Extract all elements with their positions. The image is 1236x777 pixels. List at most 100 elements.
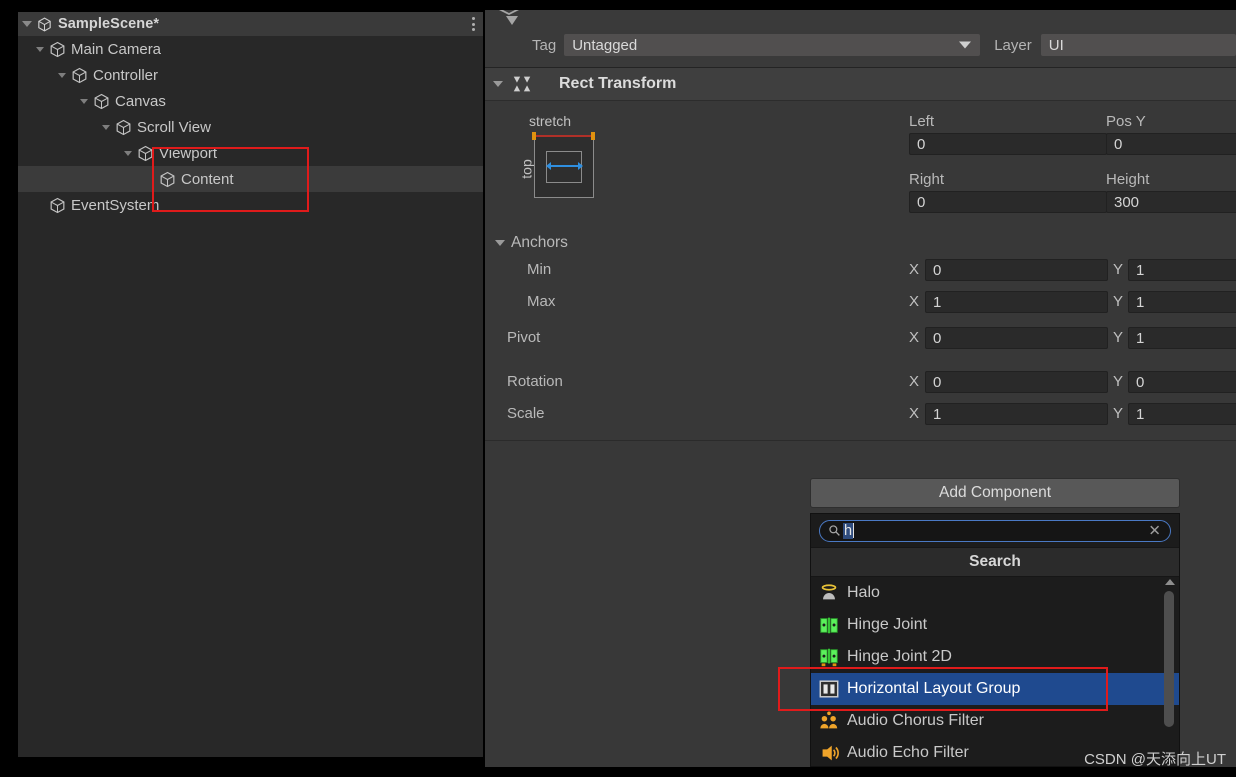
rect-transform-header[interactable]: Rect Transform bbox=[485, 68, 1236, 101]
results-scrollbar[interactable] bbox=[1161, 579, 1177, 765]
search-results-header: Search bbox=[811, 547, 1179, 577]
pos-y-label: Pos Y bbox=[1106, 113, 1146, 130]
hierarchy-expand-arrow[interactable] bbox=[32, 36, 48, 62]
anchor-inner-box bbox=[546, 151, 582, 183]
scale-x-field[interactable]: 1 bbox=[925, 403, 1108, 425]
tag-dropdown[interactable]: Untagged bbox=[564, 34, 981, 56]
rect-transform-icon bbox=[513, 76, 531, 92]
component-search-input[interactable]: h ✕ bbox=[819, 519, 1171, 542]
anchor-preset-widget[interactable]: stretch top bbox=[503, 113, 611, 217]
gameobject-cube-icon bbox=[72, 67, 87, 83]
rect-transform-title: Rect Transform bbox=[559, 75, 677, 92]
right-label: Right bbox=[909, 171, 945, 188]
unity-editor-screenshot: SampleScene* Main Camera Controller Canvas… bbox=[0, 0, 1236, 777]
rotation-y-field[interactable]: 0 bbox=[1128, 371, 1236, 393]
text-caret bbox=[853, 523, 855, 538]
halo-icon bbox=[821, 584, 837, 600]
hierarchy-expand-arrow[interactable] bbox=[120, 140, 136, 166]
component-item-label: Hinge Joint 2D bbox=[847, 648, 952, 665]
anchor-cap-right bbox=[591, 132, 595, 140]
kebab-menu-icon[interactable] bbox=[472, 17, 475, 31]
pivot-y-field[interactable]: 1 bbox=[1128, 327, 1236, 349]
inspector-panel: Tag Untagged Layer UI Rect Transform str… bbox=[485, 10, 1236, 767]
anchor-arrow-head-left bbox=[546, 162, 551, 170]
component-results-list: Halo Hinge Joint Hinge Joint 2D Horizontal … bbox=[811, 577, 1179, 767]
layer-dropdown[interactable]: UI bbox=[1040, 34, 1236, 56]
hierarchy-item-viewport[interactable]: Viewport bbox=[18, 140, 483, 166]
pivot-y-tag: Y bbox=[1113, 329, 1124, 346]
anchor-stretch-arrow bbox=[549, 165, 579, 167]
tag-value: Untagged bbox=[572, 36, 638, 54]
component-item-horizontal-layout-group[interactable]: Horizontal Layout Group bbox=[811, 673, 1179, 705]
component-search-row: h ✕ bbox=[811, 514, 1179, 547]
gameobject-cube-icon bbox=[50, 41, 65, 57]
pivot-x-field[interactable]: 0 bbox=[925, 327, 1108, 349]
hierarchy-item-content[interactable]: Content bbox=[18, 166, 483, 192]
audio-chorus-filter-icon bbox=[820, 711, 838, 729]
scroll-up-arrow-icon[interactable] bbox=[1165, 579, 1175, 585]
hierarchy-item-scroll-view[interactable]: Scroll View bbox=[18, 114, 483, 140]
left-field[interactable]: 0 bbox=[909, 133, 1107, 155]
pivot-x-tag: X bbox=[909, 329, 920, 346]
anchor_max-y-field[interactable]: 1 bbox=[1128, 291, 1236, 313]
scale-label: Scale bbox=[507, 405, 545, 422]
anchors-label: Anchors bbox=[511, 234, 568, 251]
scene-foldout-arrow[interactable] bbox=[18, 12, 36, 36]
add-component-popup: h ✕ Search Halo Hinge Joint Hinge Joint 2D… bbox=[810, 513, 1180, 767]
component-item-hinge-joint[interactable]: Hinge Joint bbox=[811, 609, 1179, 641]
hierarchy-item-main-camera[interactable]: Main Camera bbox=[18, 36, 483, 62]
component-item-hinge-joint-2d[interactable]: Hinge Joint 2D bbox=[811, 641, 1179, 673]
horizontal-layout-icon bbox=[819, 680, 839, 698]
rect-transform-body: stretch top Left 0 Pos Y 0 Right 0 Heigh… bbox=[485, 101, 1236, 441]
rotation-x-tag: X bbox=[909, 373, 920, 390]
hierarchy-panel: SampleScene* Main Camera Controller Canvas… bbox=[18, 12, 483, 757]
right-field[interactable]: 0 bbox=[909, 191, 1107, 213]
hierarchy-expand-arrow[interactable] bbox=[54, 62, 70, 88]
hierarchy-item-eventsystem[interactable]: EventSystem bbox=[18, 192, 483, 218]
tag-layer-row: Tag Untagged Layer UI bbox=[485, 33, 1236, 57]
scale-y-field[interactable]: 1 bbox=[1128, 403, 1236, 425]
hierarchy-item-label: Canvas bbox=[115, 92, 166, 110]
scrollbar-thumb[interactable] bbox=[1164, 591, 1174, 727]
anchor-horizontal-label: stretch bbox=[529, 113, 572, 129]
height-field[interactable]: 300 bbox=[1106, 191, 1236, 213]
pos-y-field[interactable]: 0 bbox=[1106, 133, 1236, 155]
hierarchy-expand-arrow[interactable] bbox=[98, 114, 114, 140]
rotation-x-field[interactable]: 0 bbox=[925, 371, 1108, 393]
component-item-label: Horizontal Layout Group bbox=[847, 680, 1021, 697]
component-item-label: Halo bbox=[847, 584, 880, 601]
inspector-header-strip: Tag Untagged Layer UI bbox=[485, 10, 1236, 68]
hierarchy-tree: Main Camera Controller Canvas Scroll View Vi… bbox=[18, 36, 483, 218]
hierarchy-item-canvas[interactable]: Canvas bbox=[18, 88, 483, 114]
anchor_max-x-field[interactable]: 1 bbox=[925, 291, 1108, 313]
anchor_min-y-field[interactable]: 1 bbox=[1128, 259, 1236, 281]
anchor_min-label: Min bbox=[527, 261, 552, 278]
unity-scene-icon bbox=[38, 16, 51, 32]
gameobject-cube-icon bbox=[116, 119, 131, 135]
hierarchy-item-label: EventSystem bbox=[71, 196, 160, 214]
gameobject-gizmo-icon bbox=[498, 10, 520, 25]
height-label: Height bbox=[1106, 171, 1150, 188]
anchors-foldout[interactable]: Anchors bbox=[495, 234, 568, 252]
anchor-arrow-head-right bbox=[578, 162, 583, 170]
add-component-button[interactable]: Add Component bbox=[810, 478, 1180, 508]
component-item-audio-chorus-filter[interactable]: Audio Chorus Filter bbox=[811, 705, 1179, 737]
clear-x-icon[interactable]: ✕ bbox=[1148, 523, 1161, 538]
hierarchy-item-label: Controller bbox=[93, 66, 159, 84]
pivot-label: Pivot bbox=[507, 329, 541, 346]
component-item-label: Hinge Joint bbox=[847, 616, 928, 633]
hierarchy-item-label: Scroll View bbox=[137, 118, 211, 136]
layer-label: Layer bbox=[994, 36, 1032, 54]
anchor_min-x-field[interactable]: 0 bbox=[925, 259, 1108, 281]
rect-transform-foldout-arrow[interactable] bbox=[485, 81, 511, 87]
hierarchy-expand-arrow[interactable] bbox=[76, 88, 92, 114]
layer-value: UI bbox=[1048, 36, 1064, 54]
watermark-label: CSDN @天添向上UT bbox=[1084, 751, 1226, 768]
hierarchy-item-controller[interactable]: Controller bbox=[18, 62, 483, 88]
anchor_min-y-tag: Y bbox=[1113, 261, 1124, 278]
scale-x-tag: X bbox=[909, 405, 920, 422]
component-item-halo[interactable]: Halo bbox=[811, 577, 1179, 609]
gameobject-cube-icon bbox=[160, 171, 175, 187]
anchor-vertical-label: top bbox=[518, 159, 535, 179]
search-icon bbox=[829, 525, 840, 536]
